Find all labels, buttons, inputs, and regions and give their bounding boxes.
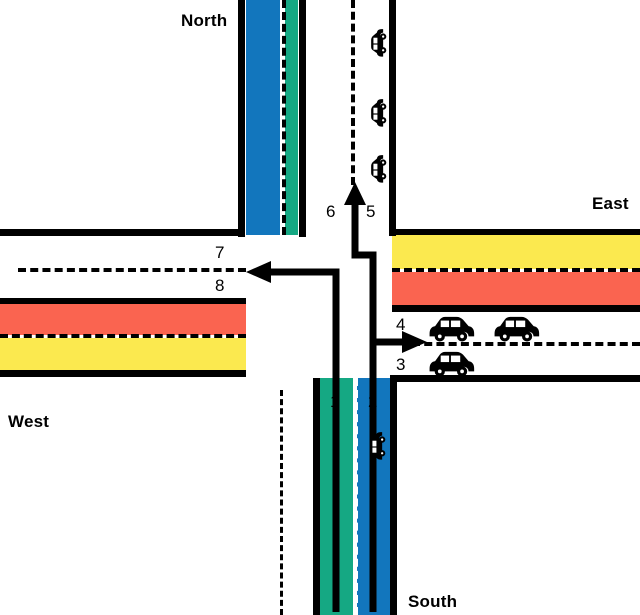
vehicle-north-lane5-c: [362, 142, 394, 198]
lane-label-6: 6: [326, 202, 336, 221]
north-exit-lane-teal: [285, 0, 298, 235]
compass-label-east: East: [592, 194, 629, 213]
corner-south-east: [390, 375, 397, 382]
north-road-left-curb: [238, 0, 245, 237]
vehicle-south-lane2-a: [361, 419, 393, 475]
west-exit-lane-red: [0, 304, 246, 335]
south-road-left-curb: [313, 378, 320, 615]
south-road-right-curb: [390, 378, 397, 615]
east-exit-lane-yellow: [392, 235, 640, 269]
south-lane-1-2-divider: [354, 378, 358, 615]
compass-label-north: North: [181, 11, 228, 30]
vehicle-north-lane5-b: [362, 86, 394, 142]
intersection-diagram: 1 2 3 4 5 6 7 8 North East South West: [0, 0, 640, 615]
east-exit-lane-red: [392, 272, 640, 305]
north-exit-lane-blue: [246, 0, 280, 235]
east-exit-lane-divider: [392, 268, 640, 272]
north-exit-lane-divider: [282, 0, 286, 235]
compass-label-south: South: [408, 592, 458, 611]
lane-label-1: 1: [330, 392, 340, 411]
south-lane-1-fill: [320, 378, 353, 615]
lane-label-7: 7: [215, 243, 225, 262]
corner-north-east: [389, 229, 396, 236]
south-road-center-dash: [280, 390, 283, 615]
east-road-median-line: [392, 305, 640, 312]
corner-south-west: [239, 370, 246, 377]
west-road-top-curb: [0, 229, 243, 236]
north-lane-5-6-divider: [351, 0, 355, 185]
lane-label-4: 4: [396, 315, 406, 334]
west-exit-lane-yellow: [0, 338, 246, 370]
north-road-median-line: [299, 0, 306, 237]
lane-label-3: 3: [396, 355, 406, 374]
lane-label-5: 5: [366, 202, 376, 221]
west-lane-7-8-divider: [18, 268, 246, 272]
south-lane-2-fill: [357, 378, 390, 615]
vehicle-east-lane4-a: [424, 313, 476, 343]
vehicle-east-lane4-b: [489, 313, 541, 343]
compass-label-west: West: [8, 412, 50, 431]
lane-label-8: 8: [215, 276, 225, 295]
corner-north-west: [238, 229, 245, 236]
lane-label-2: 2: [368, 392, 378, 411]
vehicle-east-lane3-a: [424, 348, 476, 378]
vehicle-north-lane5-a: [362, 16, 394, 72]
west-road-bottom-curb: [0, 370, 246, 377]
west-exit-lane-divider: [0, 334, 246, 338]
